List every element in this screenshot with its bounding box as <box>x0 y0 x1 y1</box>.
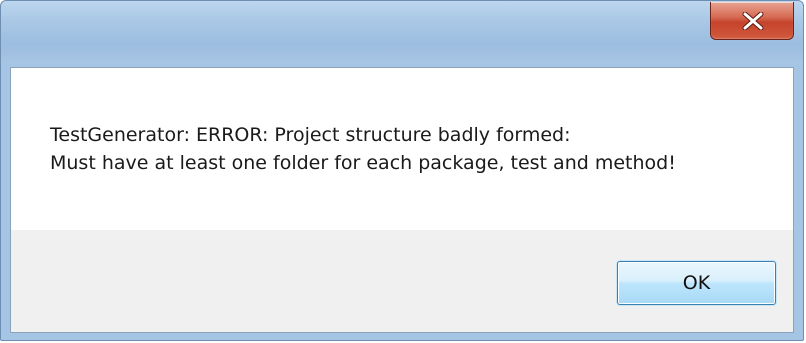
error-message-line-2: Must have at least one folder for each p… <box>50 152 676 174</box>
error-message: TestGenerator: ERROR: Project structure … <box>50 121 676 177</box>
close-icon <box>742 12 764 30</box>
message-area: TestGenerator: ERROR: Project structure … <box>11 68 793 230</box>
error-dialog: TestGenerator: ERROR: Project structure … <box>0 0 804 341</box>
ok-button[interactable]: OK <box>617 261 776 305</box>
title-bar[interactable] <box>1 1 803 67</box>
error-message-line-1: TestGenerator: ERROR: Project structure … <box>50 124 571 146</box>
button-bar: OK <box>11 230 793 332</box>
dialog-body: TestGenerator: ERROR: Project structure … <box>10 67 794 333</box>
close-button[interactable] <box>710 2 794 40</box>
